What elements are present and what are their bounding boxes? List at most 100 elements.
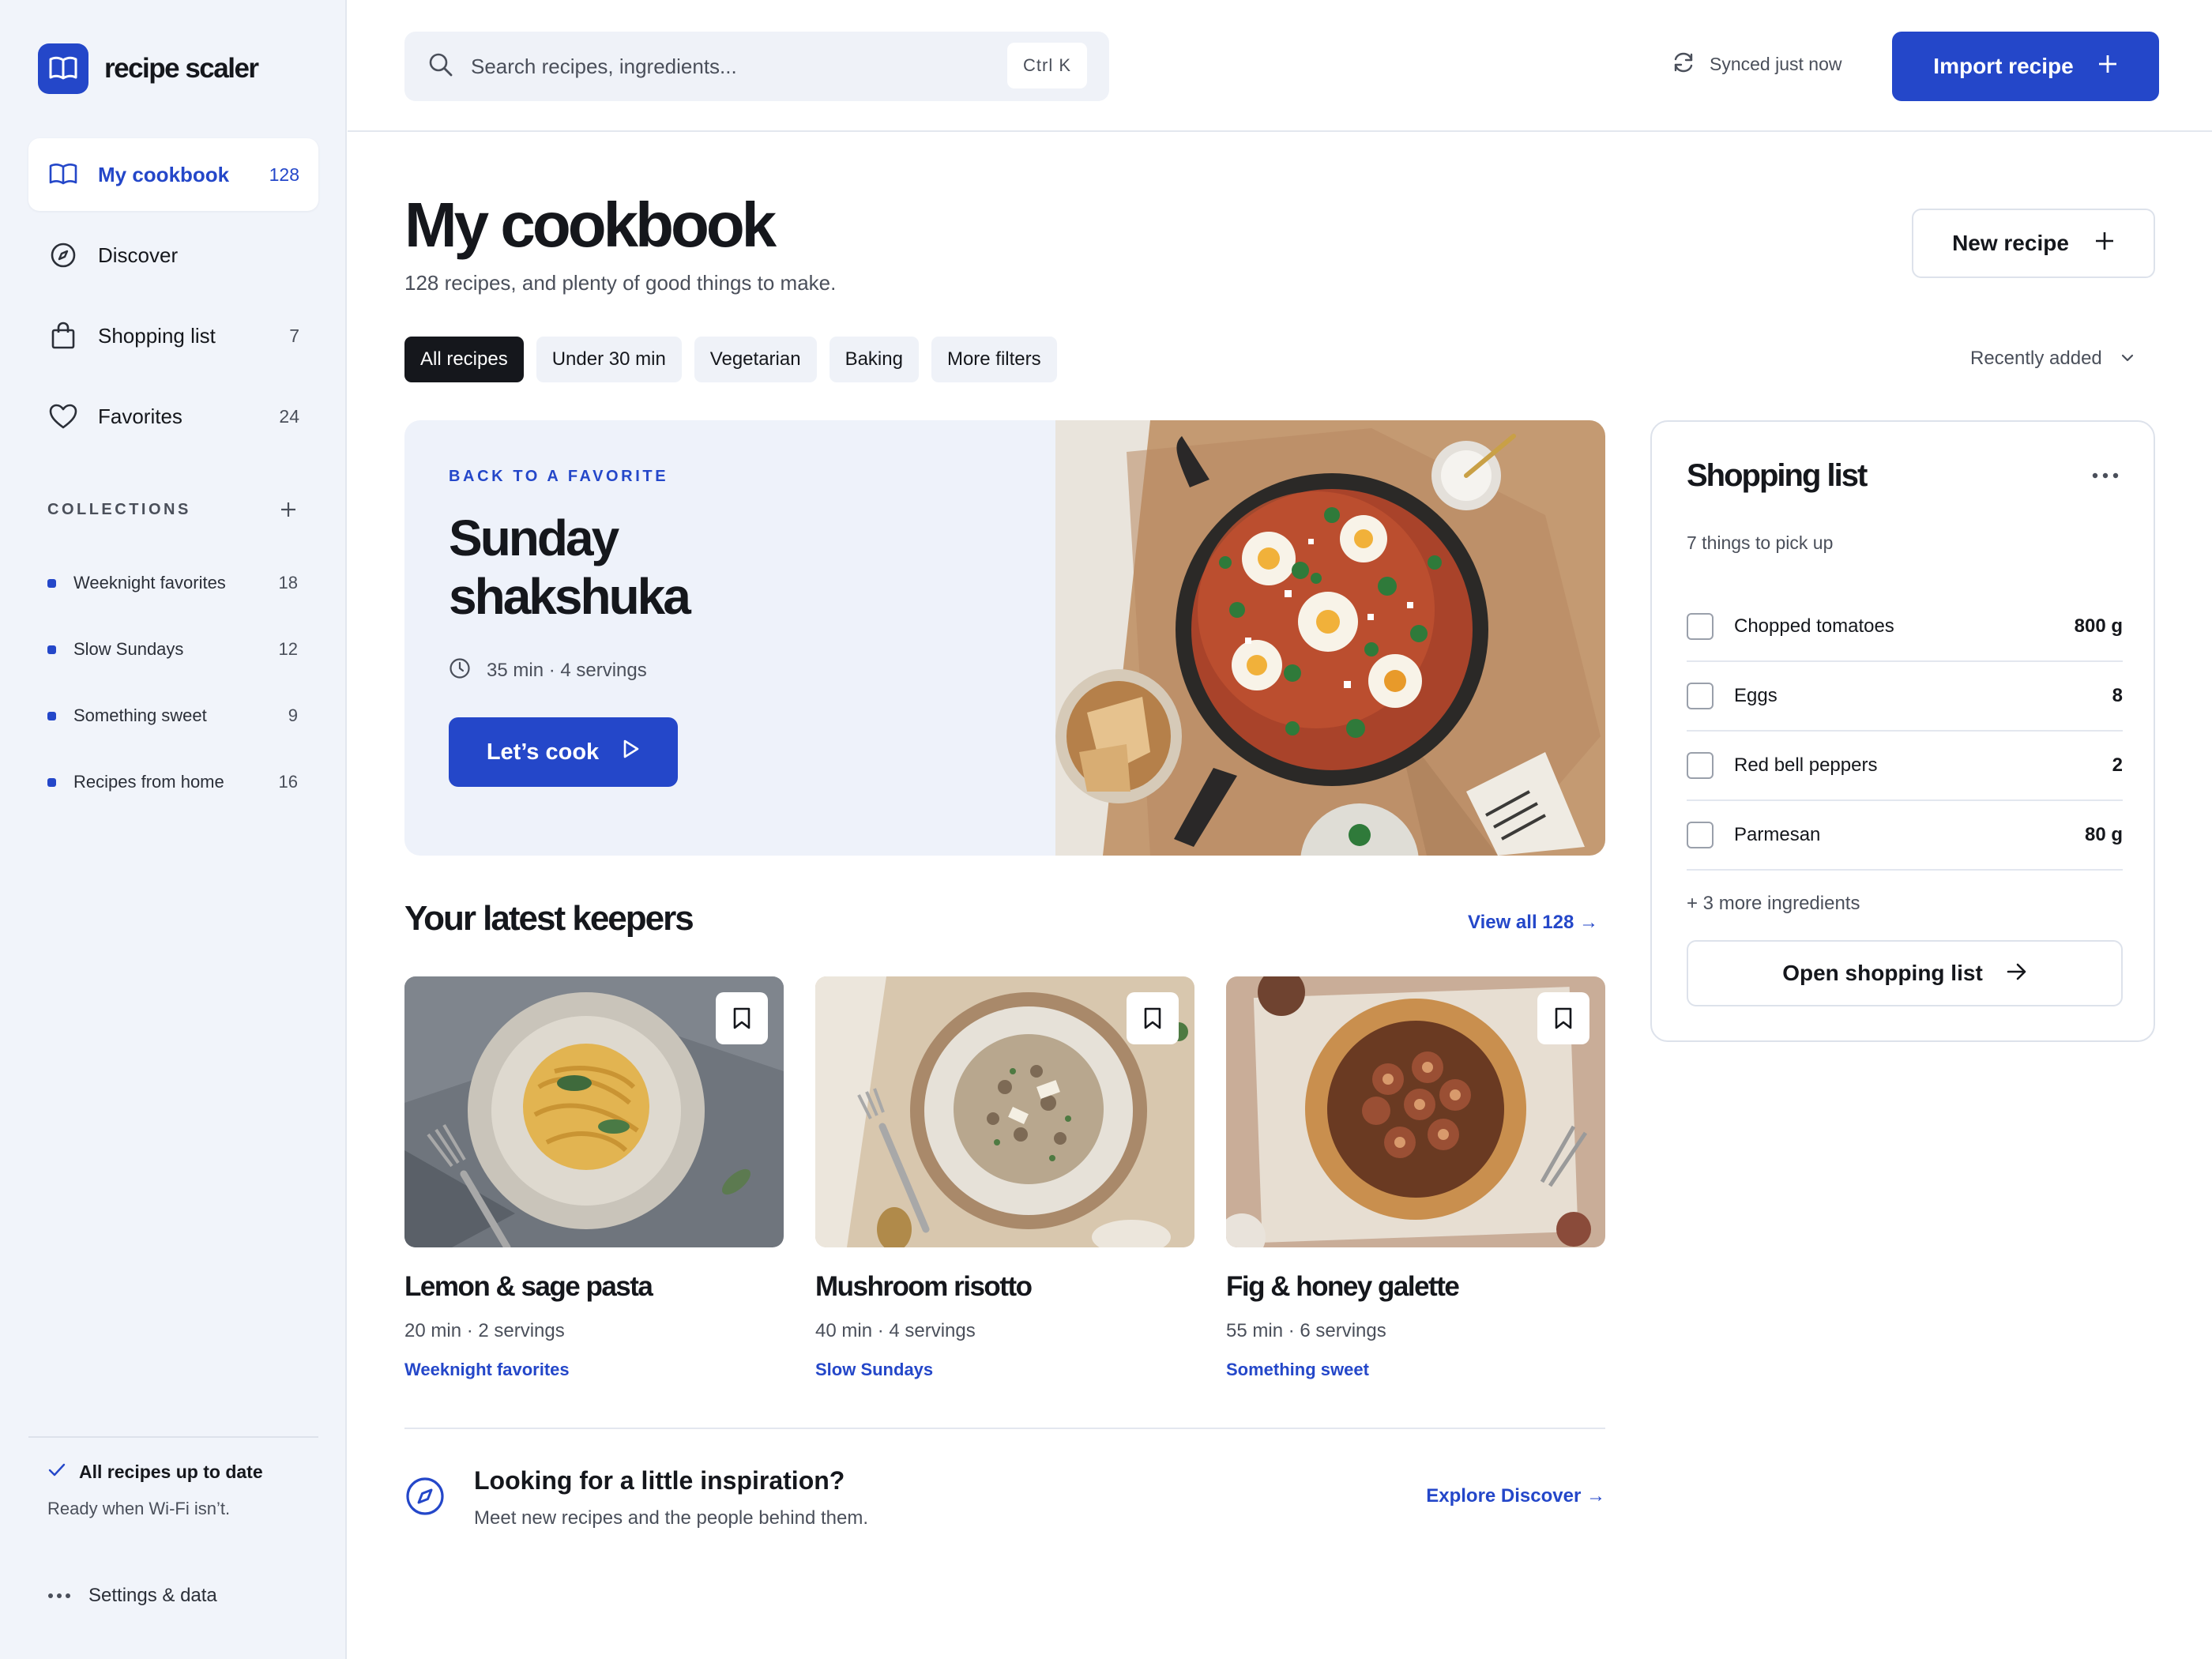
view-all-link[interactable]: View all 128 →	[1468, 912, 1598, 934]
item-quantity: 8	[2112, 685, 2123, 706]
shopping-list-card: Shopping list 7 things to pick up Choppe…	[1650, 420, 2155, 1042]
collection-dot	[47, 711, 56, 720]
collection-count: 18	[278, 573, 298, 592]
filter-chip-baking[interactable]: Baking	[829, 337, 919, 382]
plus-icon	[2097, 54, 2118, 80]
settings-label: Settings & data	[88, 1585, 217, 1606]
collection-name: Weeknight favorites	[73, 573, 226, 592]
search-icon	[428, 52, 453, 81]
collection-item-something-sweet[interactable]: Something sweet 9	[47, 679, 300, 752]
add-collection-plus-icon[interactable]	[276, 498, 300, 521]
sidebar-item-discover[interactable]: Discover	[28, 219, 318, 292]
page-subtitle: 128 recipes, and plenty of good things t…	[404, 271, 837, 295]
recipe-card-lemon-sage-pasta[interactable]: Lemon & sage pasta 20 min · 2 servings W…	[404, 976, 784, 1380]
item-checkbox[interactable]	[1687, 752, 1714, 779]
top-bar: Ctrl K Synced just now Import recipe	[348, 0, 2212, 132]
sidebar-item-label: Discover	[98, 243, 179, 267]
shopping-list-items: Chopped tomatoes 800 g Eggs 8 Red bell p…	[1687, 592, 2123, 871]
import-recipe-button[interactable]: Import recipe	[1892, 32, 2159, 101]
section-divider	[404, 1428, 1605, 1429]
section-title-latest-keepers: Your latest keepers	[404, 899, 694, 938]
more-options-icon[interactable]	[2088, 466, 2123, 485]
hero-title-line: Sunday	[449, 510, 619, 566]
shopping-list-item: Chopped tomatoes 800 g	[1687, 592, 2123, 662]
search-input[interactable]	[471, 54, 976, 79]
lets-cook-label: Let’s cook	[486, 739, 600, 765]
pasta-photo	[404, 976, 784, 1247]
sidebar-item-label: My cookbook	[98, 162, 230, 186]
sync-refresh-icon	[1672, 51, 1695, 78]
sync-status: All recipes up to date Ready when Wi-Fi …	[47, 1462, 263, 1519]
collection-item-weeknight-favorites[interactable]: Weeknight favorites 18	[47, 547, 300, 619]
compass-icon	[47, 239, 79, 271]
page-title: My cookbook	[404, 190, 777, 260]
search-bar[interactable]: Ctrl K	[404, 32, 1109, 101]
collection-item-recipes-from-home[interactable]: Recipes from home 16	[47, 746, 300, 818]
lets-cook-button[interactable]: Let’s cook	[449, 717, 678, 787]
recipe-card-mushroom-risotto[interactable]: Mushroom risotto 40 min · 4 servings Slo…	[815, 976, 1194, 1380]
plus-icon	[2094, 231, 2115, 257]
sidebar-item-favorites[interactable]: Favorites 24	[28, 380, 318, 453]
bookmark-icon[interactable]	[1537, 992, 1589, 1044]
shopping-list-item: Parmesan 80 g	[1687, 801, 2123, 871]
hero-title: Sunday shakshuka	[449, 509, 923, 626]
explore-discover-link[interactable]: Explore Discover →	[1426, 1485, 1605, 1507]
collection-dot	[47, 578, 56, 588]
collection-count: 16	[278, 772, 298, 792]
featured-recipe-hero: BACK TO A FAVORITE Sunday shakshuka 35 m…	[404, 420, 1605, 856]
collection-item-slow-sundays[interactable]: Slow Sundays 12	[47, 613, 300, 686]
recipe-card-meta: 55 min · 6 servings	[1226, 1320, 1386, 1341]
brand[interactable]: recipe scaler	[38, 43, 259, 94]
new-recipe-button[interactable]: New recipe	[1912, 209, 2155, 278]
sidebar-item-my-cookbook[interactable]: My cookbook 128	[28, 138, 318, 211]
sidebar-item-label: Favorites	[98, 404, 182, 428]
bookmark-icon[interactable]	[716, 992, 768, 1044]
chevron-down-icon	[2121, 352, 2134, 366]
collection-name: Something sweet	[73, 705, 207, 725]
filter-chips: All recipes Under 30 min Vegetarian Baki…	[404, 337, 1070, 382]
open-shopping-list-label: Open shopping list	[1782, 961, 1983, 985]
galette-photo	[1226, 976, 1605, 1247]
bookmark-icon[interactable]	[1127, 992, 1179, 1044]
collection-dot	[47, 645, 56, 654]
collection-count: 12	[278, 639, 298, 659]
inspiration-title: Looking for a little inspiration?	[474, 1466, 845, 1495]
shopping-list-title: Shopping list	[1687, 458, 1868, 493]
shopping-bag-icon	[47, 320, 79, 352]
item-checkbox[interactable]	[1687, 683, 1714, 709]
recipe-card-collection[interactable]: Something sweet	[1226, 1360, 1605, 1380]
item-checkbox[interactable]	[1687, 613, 1714, 640]
sort-dropdown[interactable]: Recently added	[1970, 348, 2134, 370]
filter-chip-under-30-min[interactable]: Under 30 min	[536, 337, 682, 382]
inspiration-subtitle: Meet new recipes and the people behind t…	[474, 1507, 868, 1529]
hero-meta-text: 35 min · 4 servings	[487, 659, 647, 681]
collection-count: 9	[288, 705, 298, 725]
play-icon	[623, 739, 640, 766]
sidebar-item-count: 7	[289, 325, 299, 346]
recipe-card-title: Lemon & sage pasta	[404, 1271, 653, 1302]
settings-button[interactable]: Settings & data	[47, 1585, 217, 1607]
filter-chip-more-filters[interactable]: More filters	[931, 337, 1057, 382]
more-ingredients-link[interactable]: + 3 more ingredients	[1687, 893, 1860, 915]
recipe-card-fig-honey-galette[interactable]: Fig & honey galette 55 min · 6 servings …	[1226, 976, 1605, 1380]
filter-chip-all-recipes[interactable]: All recipes	[404, 337, 524, 382]
open-book-logo-icon	[38, 43, 88, 94]
sidebar-item-shopping-list[interactable]: Shopping list 7	[28, 299, 318, 372]
open-shopping-list-button[interactable]: Open shopping list	[1687, 940, 2123, 1006]
recipe-card-collection[interactable]: Weeknight favorites	[404, 1360, 784, 1380]
more-dots-icon	[47, 1589, 71, 1603]
sync-indicator: Synced just now	[1672, 51, 1841, 78]
arrow-right-icon	[2007, 961, 2027, 986]
shopping-list-item: Eggs 8	[1687, 662, 2123, 732]
recipe-card-collection[interactable]: Slow Sundays	[815, 1360, 1194, 1380]
recipe-card-meta: 40 min · 4 servings	[815, 1320, 976, 1341]
item-checkbox[interactable]	[1687, 822, 1714, 848]
risotto-photo	[815, 976, 1194, 1247]
item-name: Parmesan	[1734, 824, 1821, 845]
filter-chip-vegetarian[interactable]: Vegetarian	[694, 337, 817, 382]
item-name: Chopped tomatoes	[1734, 615, 1894, 637]
sort-label: Recently added	[1970, 348, 2102, 369]
inspiration-banner: Looking for a little inspiration? Meet n…	[404, 1463, 1605, 1534]
heart-icon	[47, 401, 79, 432]
import-recipe-label: Import recipe	[1933, 54, 2074, 78]
